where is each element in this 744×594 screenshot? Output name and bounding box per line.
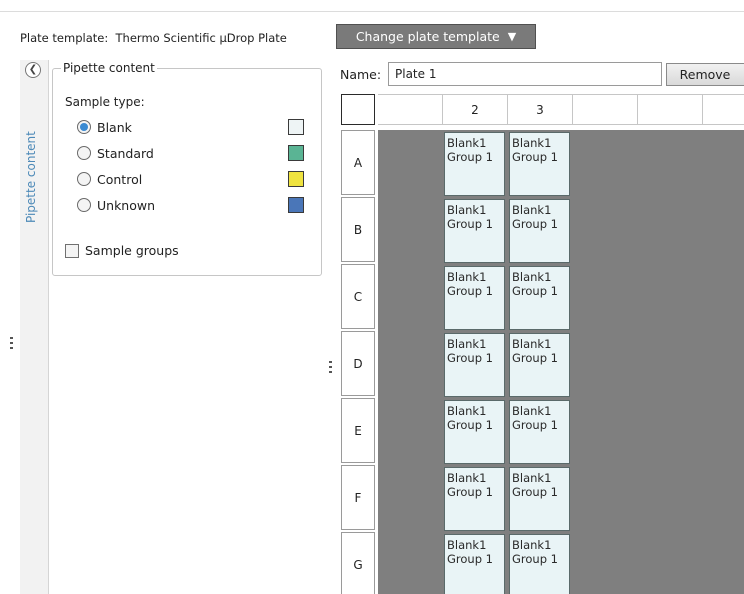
radio-label: Blank [97,119,132,135]
row-header[interactable]: D [341,331,375,396]
radio-button[interactable] [77,120,91,134]
control-color-swatch [288,171,304,187]
well-b2[interactable]: Blank1 Group 1 [444,199,505,263]
radio-label: Standard [97,145,154,161]
plate-grid: 2 3 A B C D E F G Blank1 Group 1 Blank1 Gr… [341,94,744,594]
well-a3[interactable]: Blank1 Group 1 [509,132,570,196]
column-header[interactable]: 2 [443,94,508,125]
top-divider [0,11,744,12]
row-header[interactable]: E [341,398,375,463]
well-sample-label: Blank1 [447,471,487,485]
well-group-label: Group 1 [512,284,558,298]
well-group-label: Group 1 [447,351,493,365]
column-header[interactable] [573,94,638,125]
well-sample-label: Blank1 [512,136,552,150]
well-group-label: Group 1 [512,150,558,164]
plate-name-input[interactable] [388,62,662,86]
row-header[interactable]: A [341,130,375,195]
well-sample-label: Blank1 [447,136,487,150]
standard-color-swatch [288,145,304,161]
well-sample-label: Blank1 [447,337,487,351]
well-group-label: Group 1 [447,418,493,432]
well-a2[interactable]: Blank1 Group 1 [444,132,505,196]
well-g2[interactable]: Blank1 Group 1 [444,534,505,594]
radio-control[interactable]: Control [77,170,142,188]
well-group-label: Group 1 [447,485,493,499]
well-group-label: Group 1 [512,485,558,499]
radio-button[interactable] [77,198,91,212]
well-group-label: Group 1 [512,552,558,566]
blank-color-swatch [288,119,304,135]
collapse-panel-icon[interactable]: ❮ [25,62,41,78]
well-group-label: Group 1 [447,284,493,298]
well-group-label: Group 1 [447,150,493,164]
well-sample-label: Blank1 [512,203,552,217]
column-header[interactable] [378,94,443,125]
well-sample-label: Blank1 [447,203,487,217]
well-sample-label: Blank1 [447,538,487,552]
well-sample-label: Blank1 [512,337,552,351]
well-c3[interactable]: Blank1 Group 1 [509,266,570,330]
plate-name-label: Name: [340,67,382,82]
well-e2[interactable]: Blank1 Group 1 [444,400,505,464]
dropdown-arrow-icon: ▼ [507,30,517,43]
sidebar-title[interactable]: Pipette content [21,82,41,272]
well-sample-label: Blank1 [512,471,552,485]
radio-blank[interactable]: Blank [77,118,132,136]
splitter-grip-icon[interactable] [10,337,13,349]
plate-area[interactable]: Blank1 Group 1 Blank1 Group 1 Blank1 Group … [378,130,744,594]
column-header[interactable] [703,94,744,125]
sample-type-label: Sample type: [65,95,145,109]
plate-template-value: Thermo Scientific µDrop Plate [115,31,287,45]
well-f3[interactable]: Blank1 Group 1 [509,467,570,531]
radio-button[interactable] [77,172,91,186]
radio-label: Unknown [97,197,156,213]
plate-template-label: Plate template: [20,31,109,45]
well-sample-label: Blank1 [512,538,552,552]
pipette-content-group: Pipette content Sample type: Blank Stand… [52,61,322,276]
well-group-label: Group 1 [512,351,558,365]
well-group-label: Group 1 [512,418,558,432]
sample-groups-checkbox[interactable] [65,243,79,258]
well-sample-label: Blank1 [512,270,552,284]
well-f2[interactable]: Blank1 Group 1 [444,467,505,531]
radio-label: Control [97,171,143,187]
well-d2[interactable]: Blank1 Group 1 [444,333,505,397]
row-header[interactable]: B [341,197,375,262]
splitter-grip-icon[interactable] [329,361,332,373]
well-group-label: Group 1 [447,217,493,231]
pipette-content-sidebar: ❮ Pipette content [20,60,49,594]
column-header[interactable]: 3 [508,94,573,125]
sample-groups-label: Sample groups [85,243,179,258]
plate-template-info: Plate template: Thermo Scientific µDrop … [20,31,287,45]
well-sample-label: Blank1 [447,270,487,284]
change-plate-template-label: Change plate template [355,29,500,44]
well-sample-label: Blank1 [512,404,552,418]
well-g3[interactable]: Blank1 Group 1 [509,534,570,594]
row-header[interactable]: C [341,264,375,329]
well-e3[interactable]: Blank1 Group 1 [509,400,570,464]
well-group-label: Group 1 [512,217,558,231]
remove-button[interactable]: Remove [666,63,744,86]
radio-unknown[interactable]: Unknown [77,196,155,214]
pipette-content-legend: Pipette content [61,61,157,75]
well-sample-label: Blank1 [447,404,487,418]
well-b3[interactable]: Blank1 Group 1 [509,199,570,263]
change-plate-template-button[interactable]: Change plate template ▼ [336,24,536,49]
radio-button[interactable] [77,146,91,160]
radio-standard[interactable]: Standard [77,144,154,162]
column-header[interactable] [638,94,703,125]
row-header[interactable]: G [341,532,375,594]
well-group-label: Group 1 [447,552,493,566]
unknown-color-swatch [288,197,304,213]
well-d3[interactable]: Blank1 Group 1 [509,333,570,397]
well-c2[interactable]: Blank1 Group 1 [444,266,505,330]
grid-corner-cell[interactable] [341,94,375,125]
sample-groups-checkbox-row[interactable]: Sample groups [65,243,179,258]
row-header[interactable]: F [341,465,375,530]
